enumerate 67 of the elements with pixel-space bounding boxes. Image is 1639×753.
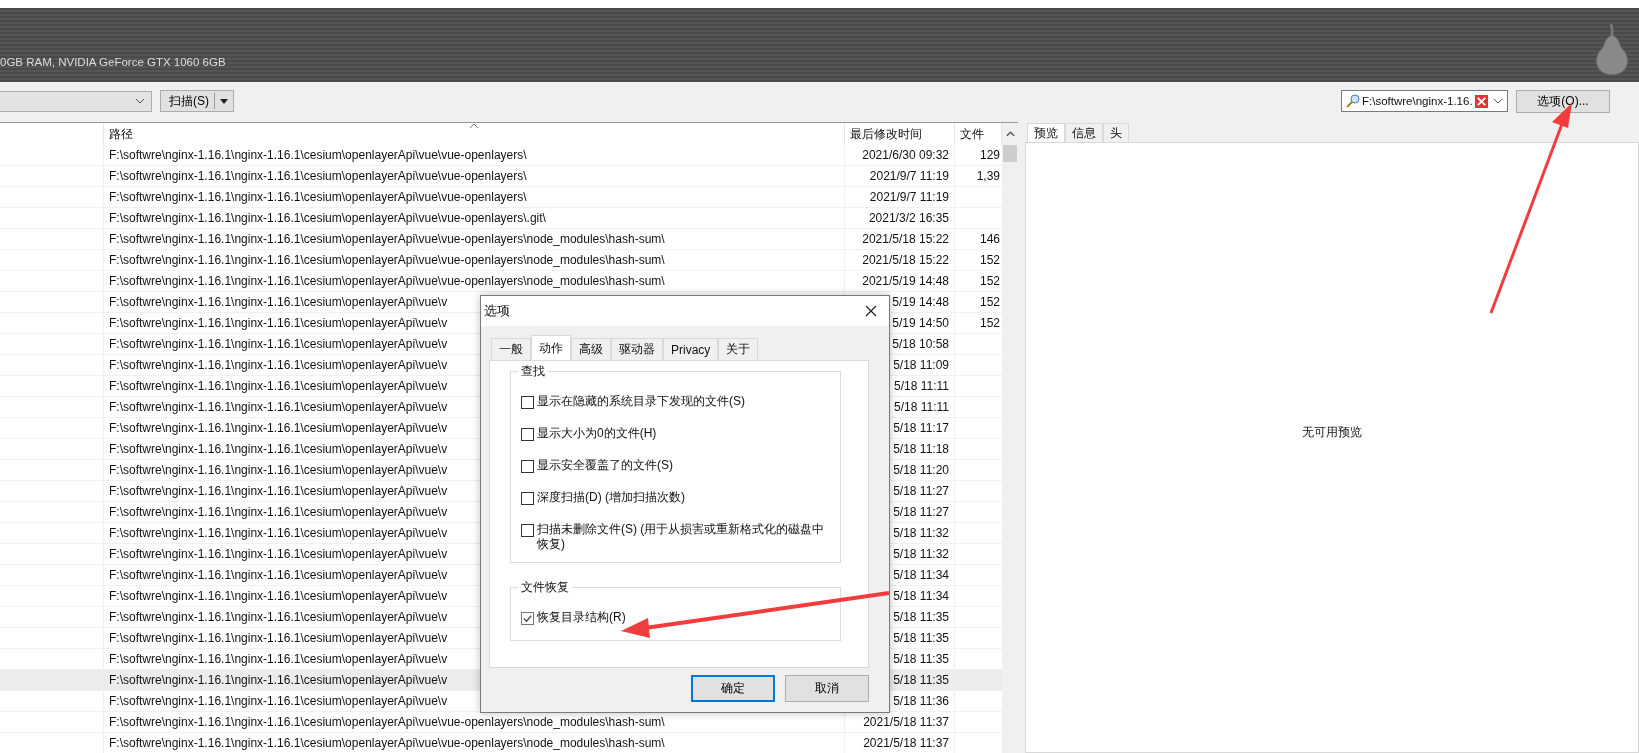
preview-message: 无可用预览: [1302, 424, 1362, 441]
path-cell: F:\softwre\nginx-1.16.1\nginx-1.16.1\cesium\openlayerApi\vue\v: [109, 316, 448, 330]
date-cell: 2021/3/2 16:35: [868, 211, 949, 225]
path-cell: F:\softwre\nginx-1.16.1\nginx-1.16.1\cesium\openlayerApi\vue\v: [109, 694, 448, 708]
date-cell: 5/18 11:32: [893, 547, 949, 561]
path-cell: F:\softwre\nginx-1.16.1\nginx-1.16.1\cesium\openlayerApi\vue\v: [109, 631, 448, 645]
size-cell: 152: [979, 316, 1000, 330]
date-cell: 5/18 11:09: [893, 358, 949, 372]
date-cell: 2021/9/7 11:19: [869, 169, 949, 183]
date-cell: 5/18 11:35: [893, 610, 949, 624]
path-cell: F:\softwre\nginx-1.16.1\nginx-1.16.1\cesium\openlayerApi\vue\vue-openlayers\node_modules\hash-sum\: [109, 253, 665, 267]
date-cell: 5/18 11:32: [893, 526, 949, 540]
date-cell: 5/18 11:34: [893, 568, 949, 582]
path-cell: F:\softwre\nginx-1.16.1\nginx-1.16.1\cesium\openlayerApi\vue\v: [109, 547, 448, 561]
path-cell: F:\softwre\nginx-1.16.1\nginx-1.16.1\cesium\openlayerApi\vue\v: [109, 526, 448, 540]
date-cell: 2021/5/19 14:48: [862, 274, 949, 288]
date-cell: 5/18 11:27: [893, 505, 949, 519]
path-cell: F:\softwre\nginx-1.16.1\nginx-1.16.1\cesium\openlayerApi\vue\v: [109, 484, 448, 498]
date-cell: 2021/5/18 15:22: [862, 232, 949, 246]
date-cell: 5/18 11:11: [894, 379, 949, 393]
date-cell: 5/18 11:34: [893, 589, 949, 603]
path-cell: F:\softwre\nginx-1.16.1\nginx-1.16.1\cesium\openlayerApi\vue\v: [109, 652, 448, 666]
date-cell: 5/18 11:35: [893, 673, 949, 687]
path-cell: F:\softwre\nginx-1.16.1\nginx-1.16.1\cesium\openlayerApi\vue\v: [109, 589, 448, 603]
system-info: 0GB RAM, NVIDIA GeForce GTX 1060 6GB: [0, 56, 226, 68]
date-cell: 5/18 11:27: [893, 484, 949, 498]
path-cell: F:\softwre\nginx-1.16.1\nginx-1.16.1\cesium\openlayerApi\vue\vue-openlayers\node_modules\hash-sum\: [109, 736, 665, 750]
path-cell: F:\softwre\nginx-1.16.1\nginx-1.16.1\cesium\openlayerApi\vue\v: [109, 673, 448, 687]
path-cell: F:\softwre\nginx-1.16.1\nginx-1.16.1\cesium\openlayerApi\vue\v: [109, 295, 448, 309]
size-cell: 1,39: [976, 169, 1000, 183]
path-cell: F:\softwre\nginx-1.16.1\nginx-1.16.1\cesium\openlayerApi\vue\vue-openlayers\node_modules\hash-sum\: [109, 274, 665, 288]
date-cell: 2021/5/18 15:22: [862, 253, 949, 267]
path-cell: F:\softwre\nginx-1.16.1\nginx-1.16.1\cesium\openlayerApi\vue\v: [109, 463, 448, 477]
date-cell: 5/18 11:35: [893, 631, 949, 645]
path-cell: F:\softwre\nginx-1.16.1\nginx-1.16.1\cesium\openlayerApi\vue\vue-openlayers\node_modules\hash-sum\: [109, 232, 665, 246]
path-cell: F:\softwre\nginx-1.16.1\nginx-1.16.1\cesium\openlayerApi\vue\v: [109, 442, 448, 456]
path-cell: F:\softwre\nginx-1.16.1\nginx-1.16.1\cesium\openlayerApi\vue\vue-openlayers\node_modules\hash-sum\: [109, 715, 665, 729]
date-cell: 5/18 10:58: [892, 337, 949, 351]
date-cell: 5/19 14:48: [892, 295, 949, 309]
size-cell: 152: [979, 295, 1000, 309]
date-cell: 5/18 11:35: [893, 652, 949, 666]
size-cell: 152: [979, 253, 1000, 267]
path-cell: F:\softwre\nginx-1.16.1\nginx-1.16.1\cesium\openlayerApi\vue\v: [109, 400, 448, 414]
path-cell: F:\softwre\nginx-1.16.1\nginx-1.16.1\cesium\openlayerApi\vue\v: [109, 379, 448, 393]
date-cell: 5/18 11:17: [893, 421, 949, 435]
path-cell: F:\softwre\nginx-1.16.1\nginx-1.16.1\cesium\openlayerApi\vue\vue-openlayers\: [109, 169, 527, 183]
size-cell: 146: [979, 232, 1000, 246]
path-cell: F:\softwre\nginx-1.16.1\nginx-1.16.1\cesium\openlayerApi\vue\v: [109, 358, 448, 372]
date-cell: 2021/6/30 09:32: [862, 148, 949, 162]
size-cell: 129: [979, 148, 1000, 162]
path-cell: F:\softwre\nginx-1.16.1\nginx-1.16.1\cesium\openlayerApi\vue\v: [109, 337, 448, 351]
date-cell: 2021/9/7 11:19: [869, 190, 949, 204]
path-cell: F:\softwre\nginx-1.16.1\nginx-1.16.1\cesium\openlayerApi\vue\vue-openlayers\.git\: [109, 211, 546, 225]
date-cell: 5/18 11:18: [893, 442, 949, 456]
path-cell: F:\softwre\nginx-1.16.1\nginx-1.16.1\cesium\openlayerApi\vue\v: [109, 568, 448, 582]
path-cell: F:\softwre\nginx-1.16.1\nginx-1.16.1\cesium\openlayerApi\vue\v: [109, 505, 448, 519]
path-cell: F:\softwre\nginx-1.16.1\nginx-1.16.1\cesium\openlayerApi\vue\v: [109, 610, 448, 624]
path-cell: F:\softwre\nginx-1.16.1\nginx-1.16.1\cesium\openlayerApi\vue\vue-openlayers\: [109, 148, 527, 162]
size-cell: 152: [979, 274, 1000, 288]
date-cell: 2021/5/18 11:37: [863, 736, 949, 750]
path-cell: F:\softwre\nginx-1.16.1\nginx-1.16.1\cesium\openlayerApi\vue\vue-openlayers\: [109, 190, 527, 204]
date-cell: 2021/5/18 11:37: [863, 715, 949, 729]
date-cell: 5/18 11:36: [893, 694, 949, 708]
path-cell: F:\softwre\nginx-1.16.1\nginx-1.16.1\cesium\openlayerApi\vue\v: [109, 421, 448, 435]
date-cell: 5/19 14:50: [892, 316, 949, 330]
date-cell: 5/18 11:11: [894, 400, 949, 414]
date-cell: 5/18 11:20: [893, 463, 949, 477]
